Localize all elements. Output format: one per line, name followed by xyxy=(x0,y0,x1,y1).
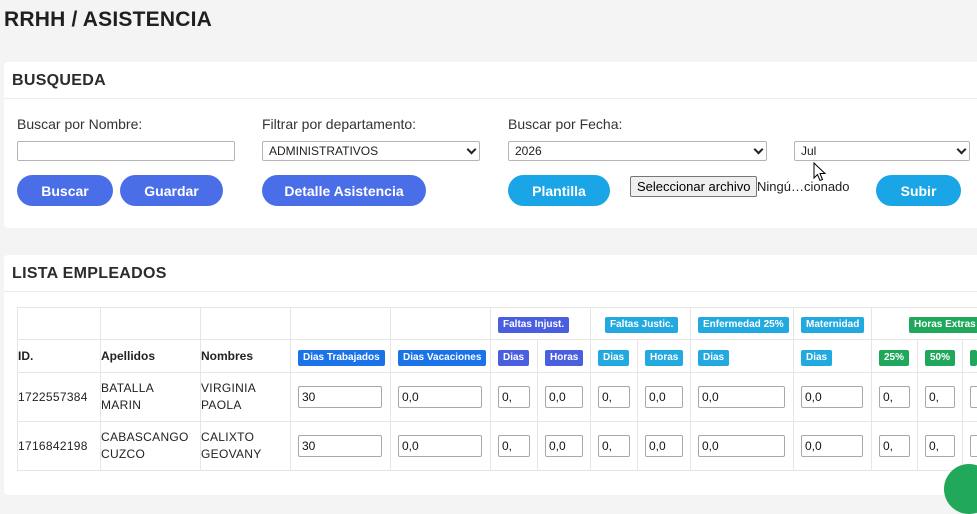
fj-horas-badge: Horas xyxy=(645,350,683,366)
he-more-badge xyxy=(970,350,977,366)
department-select-value: ADMINISTRATIVOS xyxy=(269,144,378,158)
col-header-dias-vacaciones: Dias Vacaciones xyxy=(391,340,491,373)
col-header-fi-horas: Horas xyxy=(538,340,591,373)
detalle-asistencia-button[interactable]: Detalle Asistencia xyxy=(262,175,426,206)
chevron-down-icon xyxy=(957,145,967,155)
department-filter-label: Filtrar por departamento: xyxy=(262,116,416,132)
employee-list-header: LISTA EMPLEADOS xyxy=(4,255,977,292)
col-header-nombres: Nombres xyxy=(201,340,291,373)
enfermedad-dias-input[interactable]: 0,0 xyxy=(698,386,785,408)
enfermedad-dias-input[interactable]: 0,0 xyxy=(698,435,785,457)
name-search-label: Buscar por Nombre: xyxy=(17,116,142,132)
dias-vacaciones-input[interactable]: 0,0 xyxy=(398,386,482,408)
col-header-fj-dias: Dias xyxy=(591,340,638,373)
horas-extras-more-input[interactable] xyxy=(970,435,977,457)
file-status-text: Ningú…cionado xyxy=(757,179,850,194)
fi-horas-badge: Horas xyxy=(545,350,583,366)
horas-extras-25-input[interactable]: 0, xyxy=(879,435,910,457)
col-header-he-more xyxy=(963,340,977,373)
col-header-fj-horas: Horas xyxy=(638,340,691,373)
mat-dias-badge: Dias xyxy=(801,350,832,366)
faltas-injust-horas-input[interactable]: 0,0 xyxy=(545,386,583,408)
dias-trabajados-input[interactable]: 30 xyxy=(298,386,382,408)
year-select-value: 2026 xyxy=(515,144,542,158)
date-search-label: Buscar por Fecha: xyxy=(508,116,622,132)
col-header-apellidos: Apellidos xyxy=(101,340,201,373)
table-header-row: ID. Apellidos Nombres Dias Trabajados Di… xyxy=(18,340,977,373)
faltas-injust-horas-input[interactable]: 0,0 xyxy=(545,435,583,457)
employee-apellidos: BATALLAMARIN xyxy=(101,373,201,422)
dias-vacaciones-input[interactable]: 0,0 xyxy=(398,435,482,457)
year-select[interactable]: 2026 xyxy=(508,141,767,161)
mouse-cursor-icon xyxy=(813,162,827,182)
employee-id: 1716842198 xyxy=(18,422,101,471)
maternidad-dias-input[interactable]: 0,0 xyxy=(801,435,863,457)
month-select[interactable]: Jul xyxy=(794,141,970,161)
chevron-down-icon xyxy=(467,145,477,155)
employee-id: 1722557384 xyxy=(18,373,101,422)
enf-dias-badge: Dias xyxy=(698,350,729,366)
horas-extras-badge: Horas Extras xyxy=(909,317,977,333)
faltas-justic-horas-input[interactable]: 0,0 xyxy=(645,386,683,408)
department-select[interactable]: ADMINISTRATIVOS xyxy=(262,141,480,161)
faltas-injust-dias-input[interactable]: 0, xyxy=(498,386,530,408)
employee-list-card: LISTA EMPLEADOS Faltas Injust. Faltas Ju… xyxy=(4,255,977,495)
col-header-enf-dias: Dias xyxy=(691,340,794,373)
faltas-justic-horas-input[interactable]: 0,0 xyxy=(645,435,683,457)
file-select-button[interactable]: Seleccionar archivo xyxy=(630,176,757,197)
subir-button[interactable]: Subir xyxy=(876,175,961,206)
dias-trabajados-input[interactable]: 30 xyxy=(298,435,382,457)
he-25-badge: 25% xyxy=(879,350,909,366)
group-maternidad: Maternidad xyxy=(794,308,872,340)
horas-extras-more-input[interactable] xyxy=(970,386,977,408)
dias-vacaciones-badge: Dias Vacaciones xyxy=(398,350,486,366)
faltas-injust-dias-input[interactable]: 0, xyxy=(498,435,530,457)
plantilla-button[interactable]: Plantilla xyxy=(508,175,610,206)
faltas-justic-badge: Faltas Justic. xyxy=(605,317,678,333)
col-header-id: ID. xyxy=(18,340,101,373)
guardar-button[interactable]: Guardar xyxy=(120,175,223,206)
employee-table: Faltas Injust. Faltas Justic. Enfermedad… xyxy=(17,307,977,471)
employee-apellidos: CABASCANGOCUZCO xyxy=(101,422,201,471)
enfermedad-badge: Enfermedad 25% xyxy=(698,317,789,333)
table-row: 1722557384 BATALLAMARIN VIRGINIAPAOLA 30… xyxy=(18,373,977,422)
col-header-he-50: 50% xyxy=(918,340,963,373)
fj-dias-badge: Dias xyxy=(598,350,629,366)
horas-extras-50-input[interactable]: 0, xyxy=(925,435,955,457)
col-header-fi-dias: Dias xyxy=(491,340,538,373)
employee-nombres: CALIXTOGEOVANY xyxy=(201,422,291,471)
month-select-value: Jul xyxy=(801,144,816,158)
horas-extras-25-input[interactable]: 0, xyxy=(879,386,910,408)
faltas-justic-dias-input[interactable]: 0, xyxy=(598,386,630,408)
table-group-header-row: Faltas Injust. Faltas Justic. Enfermedad… xyxy=(18,308,977,340)
fi-dias-badge: Dias xyxy=(498,350,529,366)
employee-nombres: VIRGINIAPAOLA xyxy=(201,373,291,422)
col-header-he-25: 25% xyxy=(872,340,918,373)
group-horas-extras: Horas Extras xyxy=(872,308,977,340)
maternidad-dias-input[interactable]: 0,0 xyxy=(801,386,863,408)
faltas-justic-dias-input[interactable]: 0, xyxy=(598,435,630,457)
col-header-mat-dias: Dias xyxy=(794,340,872,373)
search-card: BUSQUEDA Buscar por Nombre: Filtrar por … xyxy=(4,62,977,228)
name-search-input[interactable] xyxy=(17,141,235,161)
search-card-header: BUSQUEDA xyxy=(4,62,977,99)
table-row: 1716842198 CABASCANGOCUZCO CALIXTOGEOVAN… xyxy=(18,422,977,471)
dias-trabajados-badge: Dias Trabajados xyxy=(298,350,385,366)
maternidad-badge: Maternidad xyxy=(801,317,864,333)
page-title: RRHH / ASISTENCIA xyxy=(4,8,212,32)
buscar-button[interactable]: Buscar xyxy=(17,175,113,206)
group-enfermedad: Enfermedad 25% xyxy=(691,308,794,340)
group-faltas-injust: Faltas Injust. xyxy=(491,308,591,340)
he-50-badge: 50% xyxy=(925,350,955,366)
horas-extras-50-input[interactable]: 0, xyxy=(925,386,955,408)
group-faltas-justic: Faltas Justic. xyxy=(591,308,691,340)
col-header-dias-trabajados: Dias Trabajados xyxy=(291,340,391,373)
faltas-injust-badge: Faltas Injust. xyxy=(498,317,569,333)
chevron-down-icon xyxy=(754,145,764,155)
